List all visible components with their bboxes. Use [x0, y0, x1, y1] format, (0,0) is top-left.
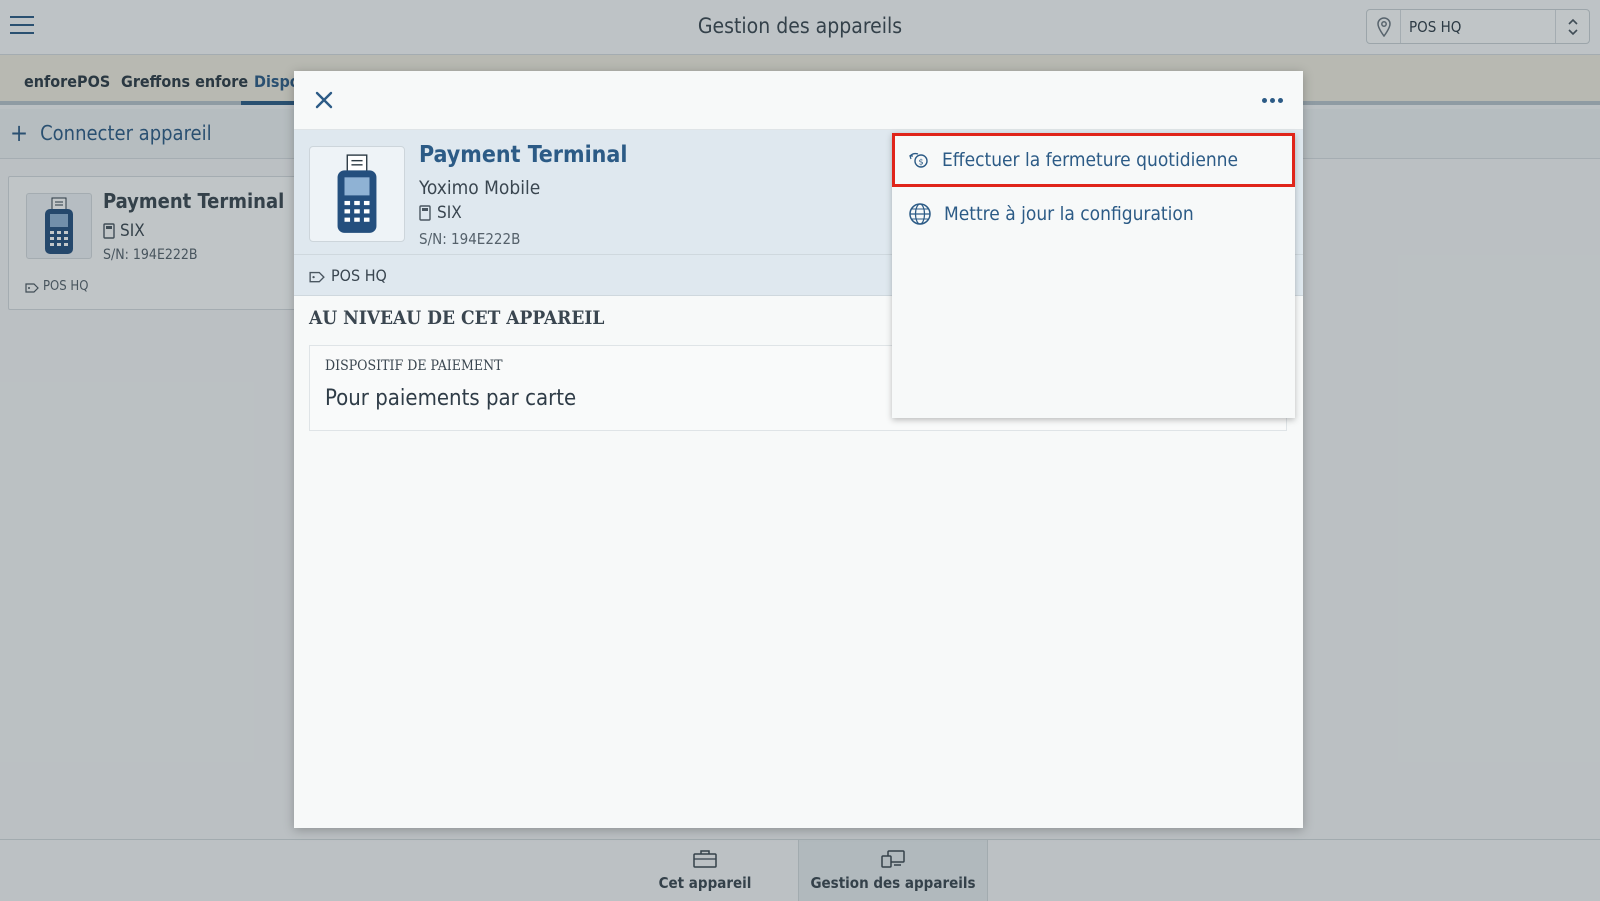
close-icon[interactable] — [311, 87, 337, 113]
device-brand-text: SIX — [437, 203, 462, 223]
payment-terminal-icon — [309, 146, 405, 242]
device-model: Yoximo Mobile — [419, 177, 541, 199]
more-options-icon[interactable] — [1257, 89, 1287, 111]
menu-item-update-config-label: Mettre à jour la configuration — [944, 203, 1194, 225]
globe-refresh-icon — [909, 203, 931, 225]
cash-hand-icon: $ — [909, 152, 928, 168]
payment-device-value: Pour paiements par carte — [325, 386, 577, 411]
menu-item-daily-closing-label: Effectuer la fermeture quotidienne — [942, 149, 1239, 171]
payment-device-label: DISPOSITIF DE PAIEMENT — [325, 358, 503, 374]
store-tag-icon — [309, 271, 325, 282]
device-serial: S/N: 194E222B — [419, 230, 521, 248]
modal-header — [294, 71, 1303, 130]
menu-item-daily-closing[interactable]: $ Effectuer la fermeture quotidienne — [892, 133, 1295, 187]
device-name: Payment Terminal — [419, 142, 628, 168]
device-location-text: POS HQ — [331, 266, 387, 285]
options-menu: $ Effectuer la fermeture quotidienne Met… — [892, 133, 1295, 418]
menu-item-update-config[interactable]: Mettre à jour la configuration — [892, 187, 1295, 241]
svg-text:$: $ — [919, 158, 924, 167]
device-brand: SIX — [419, 203, 462, 223]
section-title: AU NIVEAU DE CET APPAREIL — [309, 307, 605, 329]
terminal-small-icon — [419, 205, 431, 221]
